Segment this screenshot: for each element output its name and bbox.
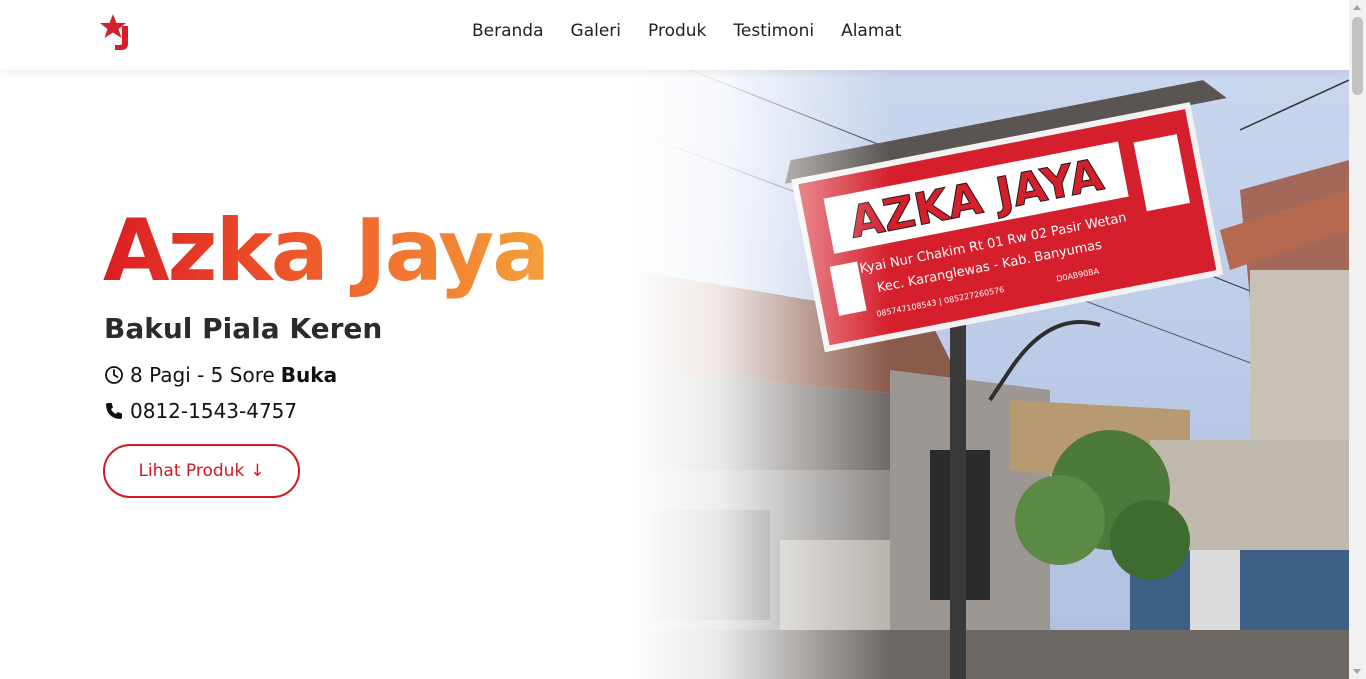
contact-phone: 0812-1543-4757 bbox=[104, 399, 297, 423]
clock-icon bbox=[104, 365, 124, 385]
view-products-button[interactable]: Lihat Produk ↓ bbox=[103, 444, 300, 498]
nav-link-beranda[interactable]: Beranda bbox=[472, 20, 544, 42]
phone-number[interactable]: 0812-1543-4757 bbox=[130, 399, 297, 423]
nav-link-alamat[interactable]: Alamat bbox=[841, 20, 901, 42]
star-j-logo-icon[interactable] bbox=[100, 12, 134, 52]
hero-store-photo: AZKA JAYA Jl. Kyai Nur Chakim Rt 01 Rw 0… bbox=[630, 70, 1349, 679]
nav-link-galeri[interactable]: Galeri bbox=[571, 20, 622, 42]
nav-link-produk[interactable]: Produk bbox=[648, 20, 706, 42]
phone-icon bbox=[104, 401, 124, 421]
scroll-up-icon[interactable] bbox=[1353, 5, 1361, 10]
site-header: Beranda Galeri Produk Testimoni Alamat bbox=[0, 0, 1349, 70]
view-products-label: Lihat Produk bbox=[138, 461, 245, 481]
nav-link-testimoni[interactable]: Testimoni bbox=[733, 20, 814, 42]
scroll-down-icon[interactable] bbox=[1353, 669, 1361, 674]
hero-title: Azka Jaya bbox=[103, 196, 550, 306]
scroll-thumb[interactable] bbox=[1352, 17, 1363, 95]
hero-subtitle: Bakul Piala Keren bbox=[104, 312, 383, 345]
arrow-down-icon: ↓ bbox=[250, 461, 265, 481]
page-scrollbar[interactable] bbox=[1349, 0, 1366, 679]
photo-fade-overlay bbox=[630, 70, 890, 679]
open-status: Buka bbox=[280, 363, 338, 387]
opening-hours: 8 Pagi - 5 Sore Buka bbox=[104, 363, 337, 387]
main-nav: Beranda Galeri Produk Testimoni Alamat bbox=[472, 20, 929, 42]
hours-text: 8 Pagi - 5 Sore bbox=[130, 363, 275, 387]
